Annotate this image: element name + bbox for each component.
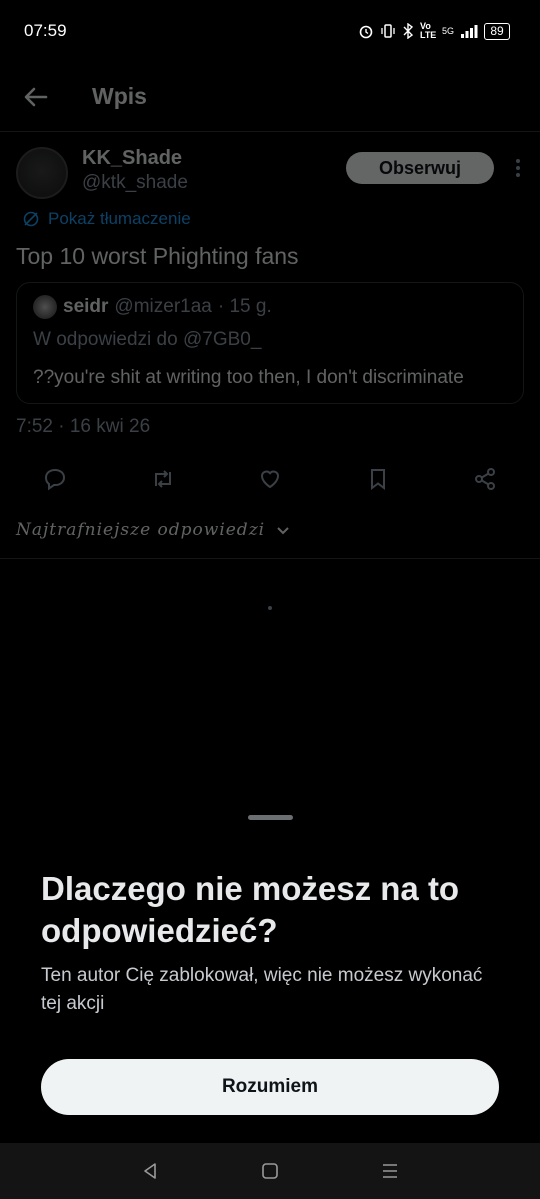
system-nav-bar — [0, 1143, 540, 1199]
quoted-tweet[interactable]: seidr @mizer1aa · 15 g. W odpowiedzi do … — [16, 282, 524, 404]
volte-indicator: Vo LTE — [419, 21, 437, 40]
status-icons: Vo LTE 5G 89 — [358, 22, 510, 40]
repost-icon[interactable] — [150, 466, 176, 492]
nav-recents-icon[interactable] — [379, 1160, 401, 1182]
signal-icon — [461, 25, 478, 38]
quote-text: ??you're shit at writing too then, I don… — [33, 367, 464, 388]
network-type: 5G — [441, 26, 454, 36]
author-handle[interactable]: @ktk_shade — [82, 172, 188, 194]
tweet-timestamp: 7:52 · 16 kwi 26 — [16, 416, 151, 437]
divider — [0, 558, 540, 559]
loading-indicator — [268, 606, 272, 610]
understand-button[interactable]: Rozumiem — [41, 1059, 499, 1115]
action-bar — [0, 438, 540, 492]
bookmark-icon[interactable] — [365, 466, 391, 492]
tweet-text: Top 10 worst Phighting fans — [16, 243, 299, 269]
nav-home-icon[interactable] — [259, 1160, 281, 1182]
status-time: 07:59 — [24, 21, 67, 40]
translate-icon — [23, 211, 39, 227]
sheet-drag-handle[interactable] — [248, 815, 293, 820]
quote-reply-to: W odpowiedzi do @7GB0_ — [33, 329, 262, 350]
translate-label: Pokaż tłumaczenie — [48, 209, 191, 228]
quote-author-name: seidr — [63, 296, 109, 317]
alarm-icon — [359, 25, 373, 39]
page-title: Wpis — [92, 83, 147, 109]
reply-icon[interactable] — [42, 466, 68, 492]
status-bar: 07:59 Vo LTE 5G 89 — [0, 0, 540, 62]
quote-avatar — [33, 295, 57, 319]
more-options-icon[interactable] — [514, 159, 522, 177]
chevron-down-icon — [277, 527, 289, 535]
author-avatar[interactable] — [16, 147, 68, 199]
sheet-title: Dlaczego nie możesz na to odpowiedzieć? — [41, 870, 460, 949]
back-arrow-icon[interactable] — [22, 83, 50, 111]
vibrate-icon — [381, 24, 395, 38]
battery-indicator: 89 — [484, 22, 510, 40]
quote-author-handle: @mizer1aa — [114, 296, 212, 317]
follow-button[interactable]: Obserwuj — [346, 152, 494, 184]
author-name[interactable]: KK_Shade — [82, 147, 188, 170]
translate-link[interactable]: Pokaż tłumaczenie — [0, 199, 540, 229]
nav-back-icon[interactable] — [139, 1160, 161, 1182]
author-names: KK_Shade @ktk_shade — [82, 147, 188, 199]
reply-sort-label: Najtrafniejsze odpowiedzi — [16, 520, 266, 540]
quote-age: · 15 g. — [217, 296, 272, 317]
quote-header: seidr @mizer1aa · 15 g. — [33, 295, 507, 319]
bottom-sheet: Dlaczego nie możesz na to odpowiedzieć? … — [0, 788, 540, 1143]
share-icon[interactable] — [472, 466, 498, 492]
reply-sort-selector[interactable]: Najtrafniejsze odpowiedzi — [0, 492, 540, 540]
bluetooth-icon — [403, 23, 414, 39]
post-page: Wpis KK_Shade @ktk_shade Obserwuj Pokaż … — [0, 62, 540, 1143]
top-bar: Wpis — [0, 62, 540, 132]
sheet-description: Ten autor Cię zablokował, więc nie możes… — [41, 965, 483, 1014]
like-icon[interactable] — [257, 466, 283, 492]
